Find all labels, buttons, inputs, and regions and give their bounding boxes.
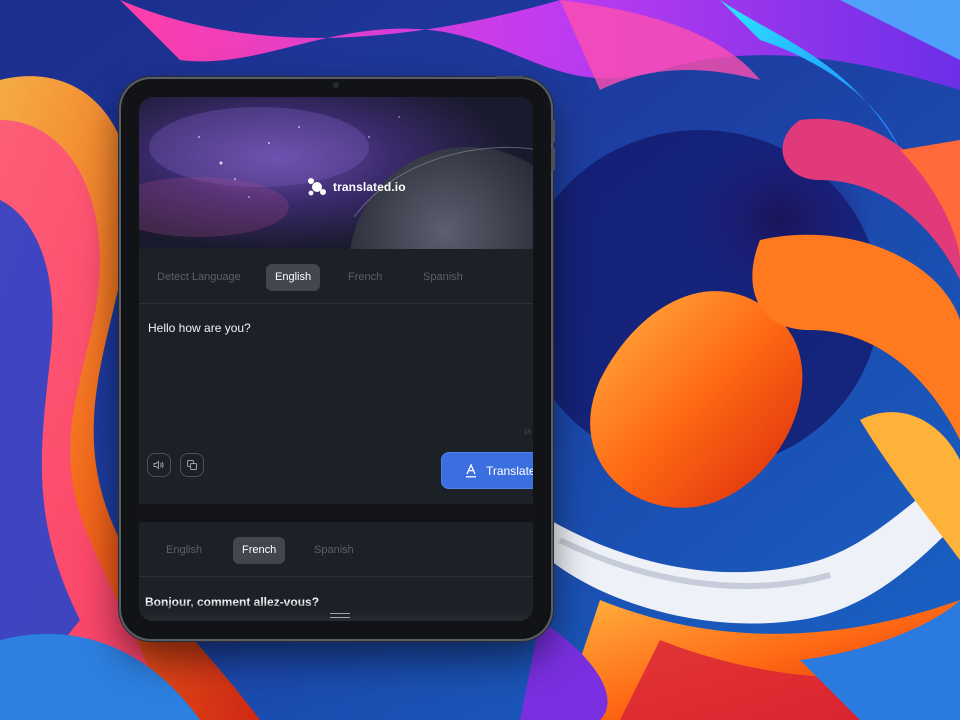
drag-handle[interactable] — [330, 613, 350, 618]
tab-detect-language[interactable]: Detect Language — [148, 264, 250, 291]
tablet-top-button — [496, 76, 524, 79]
source-text-input[interactable]: Hello how are you? — [148, 321, 251, 335]
space-background — [139, 97, 533, 249]
front-camera — [333, 82, 339, 88]
tablet-side-button — [551, 147, 555, 171]
bottom-fade — [139, 602, 533, 621]
source-language-tabs: Detect Language English French Spanish — [139, 249, 533, 304]
copy-button[interactable] — [180, 453, 204, 477]
tab-english[interactable]: English — [266, 264, 321, 291]
speak-button[interactable] — [147, 453, 171, 477]
speaker-icon — [153, 460, 164, 470]
tab-french[interactable]: French — [339, 264, 391, 291]
app-logo[interactable]: translated.io — [307, 177, 406, 197]
character-count: 18 — [523, 429, 531, 436]
target-language-tabs: English French Spanish — [139, 522, 533, 577]
app-screen: translated.io Detect Language English Fr… — [139, 97, 533, 621]
tab-french[interactable]: French — [233, 537, 286, 564]
translate-button-label: Translate — [486, 463, 533, 478]
tab-spanish[interactable]: Spanish — [305, 537, 363, 564]
app-name: translated.io — [333, 180, 406, 194]
tab-english[interactable]: English — [157, 537, 211, 564]
panel-divider — [139, 504, 533, 522]
header-banner: translated.io — [139, 97, 533, 249]
tablet-device: translated.io Detect Language English Fr… — [121, 76, 555, 639]
text-format-icon — [466, 463, 476, 477]
tablet-side-button — [551, 119, 555, 143]
tab-spanish[interactable]: Spanish — [414, 264, 472, 291]
source-input-panel: Hello how are you? 18 Translate — [139, 304, 533, 504]
copy-icon — [187, 460, 197, 470]
logo-icon — [308, 178, 326, 196]
translate-button[interactable]: Translate — [441, 452, 533, 489]
